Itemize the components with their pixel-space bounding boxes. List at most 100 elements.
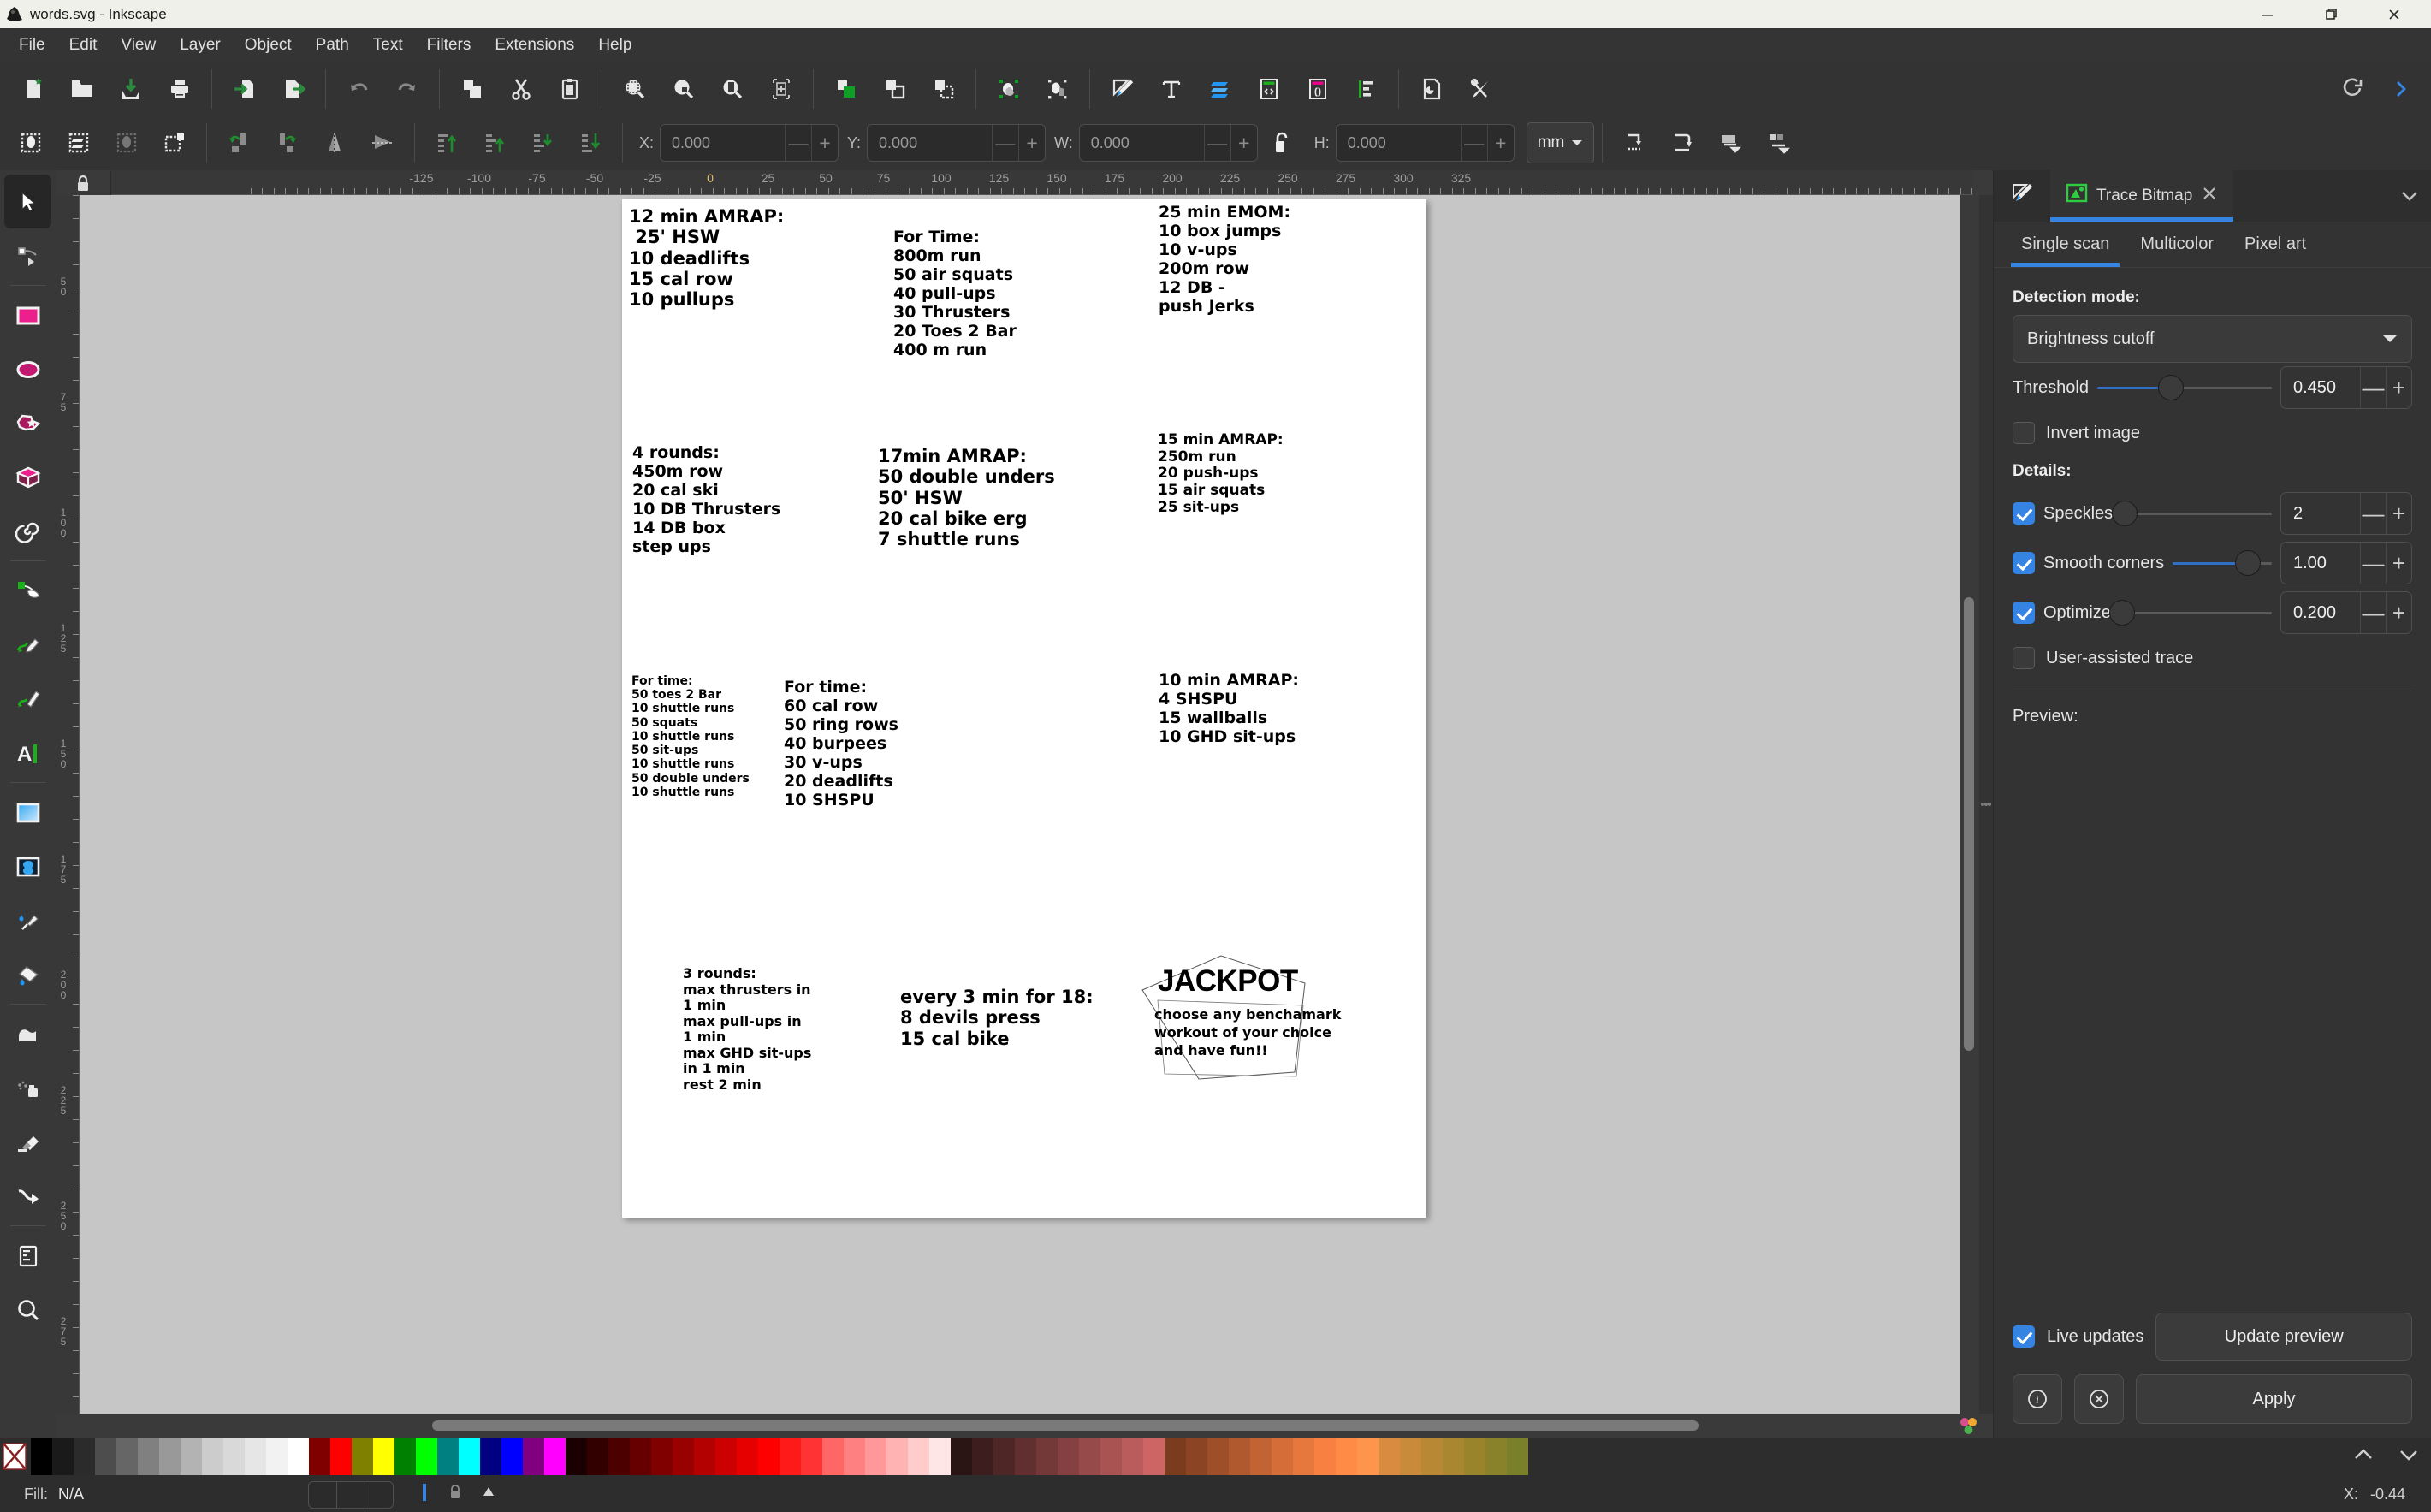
flip-horizontal-icon[interactable]: [311, 122, 359, 164]
workout-block-3-rounds[interactable]: 3 rounds: max thrusters in 1 min max pull-u…: [683, 965, 811, 1093]
palette-swatch[interactable]: [608, 1438, 630, 1475]
horizontal-ruler[interactable]: -125 -100 -75 -50 -25 0 25 50 75 100 125 150 175 200 2…: [111, 170, 1973, 195]
dropper-tool[interactable]: [4, 893, 51, 947]
palette-swatch[interactable]: [1165, 1438, 1186, 1475]
chevron-right-icon[interactable]: [2375, 68, 2424, 110]
lock-open-icon[interactable]: [1258, 122, 1306, 164]
undo-icon[interactable]: [334, 68, 382, 110]
speckles-spinbox[interactable]: 2 — +: [2280, 492, 2412, 535]
workout-block-10min-amrap[interactable]: 10 min AMRAP: 4 SHSPU 15 wallballs 10 GHD s…: [1159, 671, 1299, 746]
workout-block-12min-amrap[interactable]: 12 min AMRAP: 25' HSW 10 deadlifts 15 cal …: [629, 206, 784, 311]
zoom-selection-icon[interactable]: [610, 68, 659, 110]
palette-swatch[interactable]: [288, 1438, 309, 1475]
dock-resize-grip[interactable]: [1979, 195, 1993, 1414]
menu-filters[interactable]: Filters: [415, 32, 483, 59]
bezier-tool[interactable]: [4, 564, 51, 618]
workout-block-every-3-min[interactable]: every 3 min for 18: 8 devils press 15 cal …: [900, 987, 1094, 1049]
lower-icon[interactable]: [519, 122, 566, 164]
layers-dialog-icon[interactable]: [1195, 68, 1244, 110]
paint-bucket-tool[interactable]: [4, 947, 51, 1001]
live-updates-checkbox[interactable]: [2013, 1325, 2035, 1348]
palette-swatch[interactable]: [1507, 1438, 1528, 1475]
measure-tool[interactable]: [4, 1229, 51, 1283]
chevron-up-icon[interactable]: [2352, 1446, 2375, 1468]
layer-select-icon[interactable]: [479, 1481, 498, 1508]
close-icon[interactable]: [2201, 185, 2218, 207]
palette-swatch[interactable]: [1207, 1438, 1229, 1475]
vertical-ruler[interactable]: 50 75 100 125 150 175 200 225 250 275: [56, 195, 80, 1414]
snap-controls-icon[interactable]: [1945, 1414, 1993, 1438]
palette-swatch[interactable]: [1379, 1438, 1400, 1475]
h-field[interactable]: 0.000 — +: [1335, 124, 1515, 162]
raise-to-top-icon[interactable]: [423, 122, 471, 164]
palette-swatch[interactable]: [159, 1438, 181, 1475]
select-same-icon[interactable]: [103, 122, 151, 164]
invert-image-row[interactable]: Invert image: [2013, 412, 2412, 454]
palette-swatch[interactable]: [181, 1438, 202, 1475]
speckles-increment[interactable]: +: [2386, 493, 2411, 534]
3dbox-tool[interactable]: [4, 450, 51, 504]
palette-swatch[interactable]: [394, 1438, 416, 1475]
selectors-dialog-icon[interactable]: [1293, 68, 1342, 110]
unlink-clone-icon[interactable]: [919, 68, 968, 110]
maximize-button[interactable]: [2299, 0, 2363, 28]
text-tool[interactable]: A: [4, 726, 51, 780]
node-tool[interactable]: [4, 228, 51, 282]
palette-swatch[interactable]: [1250, 1438, 1272, 1475]
zoom-page-width-icon[interactable]: [756, 68, 805, 110]
palette-swatch[interactable]: [138, 1438, 159, 1475]
optimize-increment[interactable]: +: [2386, 592, 2411, 633]
palette-swatch[interactable]: [993, 1438, 1015, 1475]
select-all-layers-icon[interactable]: [55, 122, 103, 164]
horizontal-scrollbar[interactable]: [56, 1414, 1945, 1438]
stroke-swatch[interactable]: [308, 1480, 394, 1509]
palette-swatch[interactable]: [972, 1438, 993, 1475]
command-palette-icon[interactable]: [2327, 68, 2375, 110]
palette-swatch[interactable]: [951, 1438, 972, 1475]
user-assisted-trace-row[interactable]: User-assisted trace: [2013, 637, 2412, 679]
document-properties-icon[interactable]: [1407, 68, 1456, 110]
palette-swatch[interactable]: [437, 1438, 459, 1475]
raise-icon[interactable]: [471, 122, 519, 164]
threshold-increment[interactable]: +: [2386, 367, 2411, 408]
menu-view[interactable]: View: [109, 32, 168, 59]
trace-bitmap-tab[interactable]: Trace Bitmap: [2050, 170, 2234, 222]
workout-block-25min-emom[interactable]: 25 min EMOM: 10 box jumps 10 v-ups 200m row…: [1159, 203, 1290, 316]
palette-swatch[interactable]: [1100, 1438, 1122, 1475]
palette-swatch[interactable]: [737, 1438, 758, 1475]
h-field-decrement[interactable]: —: [1460, 125, 1487, 161]
palette-swatch[interactable]: [74, 1438, 95, 1475]
zoom-page-icon[interactable]: [708, 68, 756, 110]
tweak-tool[interactable]: [4, 1007, 51, 1061]
new-document-icon[interactable]: [9, 68, 57, 110]
layer-visibility-icon[interactable]: [418, 1481, 431, 1508]
palette-swatch[interactable]: [630, 1438, 651, 1475]
palette-swatch[interactable]: [245, 1438, 266, 1475]
w-field-increment[interactable]: +: [1230, 125, 1257, 161]
palette-swatch[interactable]: [116, 1438, 138, 1475]
duplicate-icon[interactable]: [821, 68, 870, 110]
workout-block-for-time-800m[interactable]: For Time: 800m run 50 air squats 40 pull-up…: [893, 228, 1017, 359]
workout-block-4-rounds[interactable]: 4 rounds: 450m row 20 cal ski 10 DB Thruste…: [632, 443, 780, 556]
chevron-down-icon[interactable]: [2398, 1446, 2420, 1468]
smooth-corners-slider[interactable]: [2173, 550, 2272, 576]
ellipse-tool[interactable]: [4, 342, 51, 396]
x-field[interactable]: 0.000 — +: [660, 124, 839, 162]
ruler-lock-icon[interactable]: [56, 170, 111, 195]
palette-swatch[interactable]: [1357, 1438, 1379, 1475]
text-properties-icon[interactable]: [1147, 68, 1195, 110]
palette-swatches[interactable]: [31, 1438, 2340, 1475]
affect-gradients-icon[interactable]: [1706, 122, 1754, 164]
palette-swatch[interactable]: [1485, 1438, 1507, 1475]
eraser-tool[interactable]: [4, 1115, 51, 1169]
smooth-corners-decrement[interactable]: —: [2360, 543, 2386, 584]
workout-block-15min-amrap[interactable]: 15 min AMRAP: 250m run 20 push-ups 15 air s…: [1158, 431, 1284, 517]
palette-swatch[interactable]: [822, 1438, 844, 1475]
palette-swatch[interactable]: [929, 1438, 951, 1475]
menu-object[interactable]: Object: [233, 32, 304, 59]
horizontal-scrollbar-thumb[interactable]: [432, 1420, 1699, 1431]
speckles-checkbox[interactable]: [2013, 502, 2035, 525]
palette-swatch[interactable]: [1186, 1438, 1207, 1475]
palette-swatch[interactable]: [523, 1438, 544, 1475]
palette-swatch[interactable]: [373, 1438, 394, 1475]
